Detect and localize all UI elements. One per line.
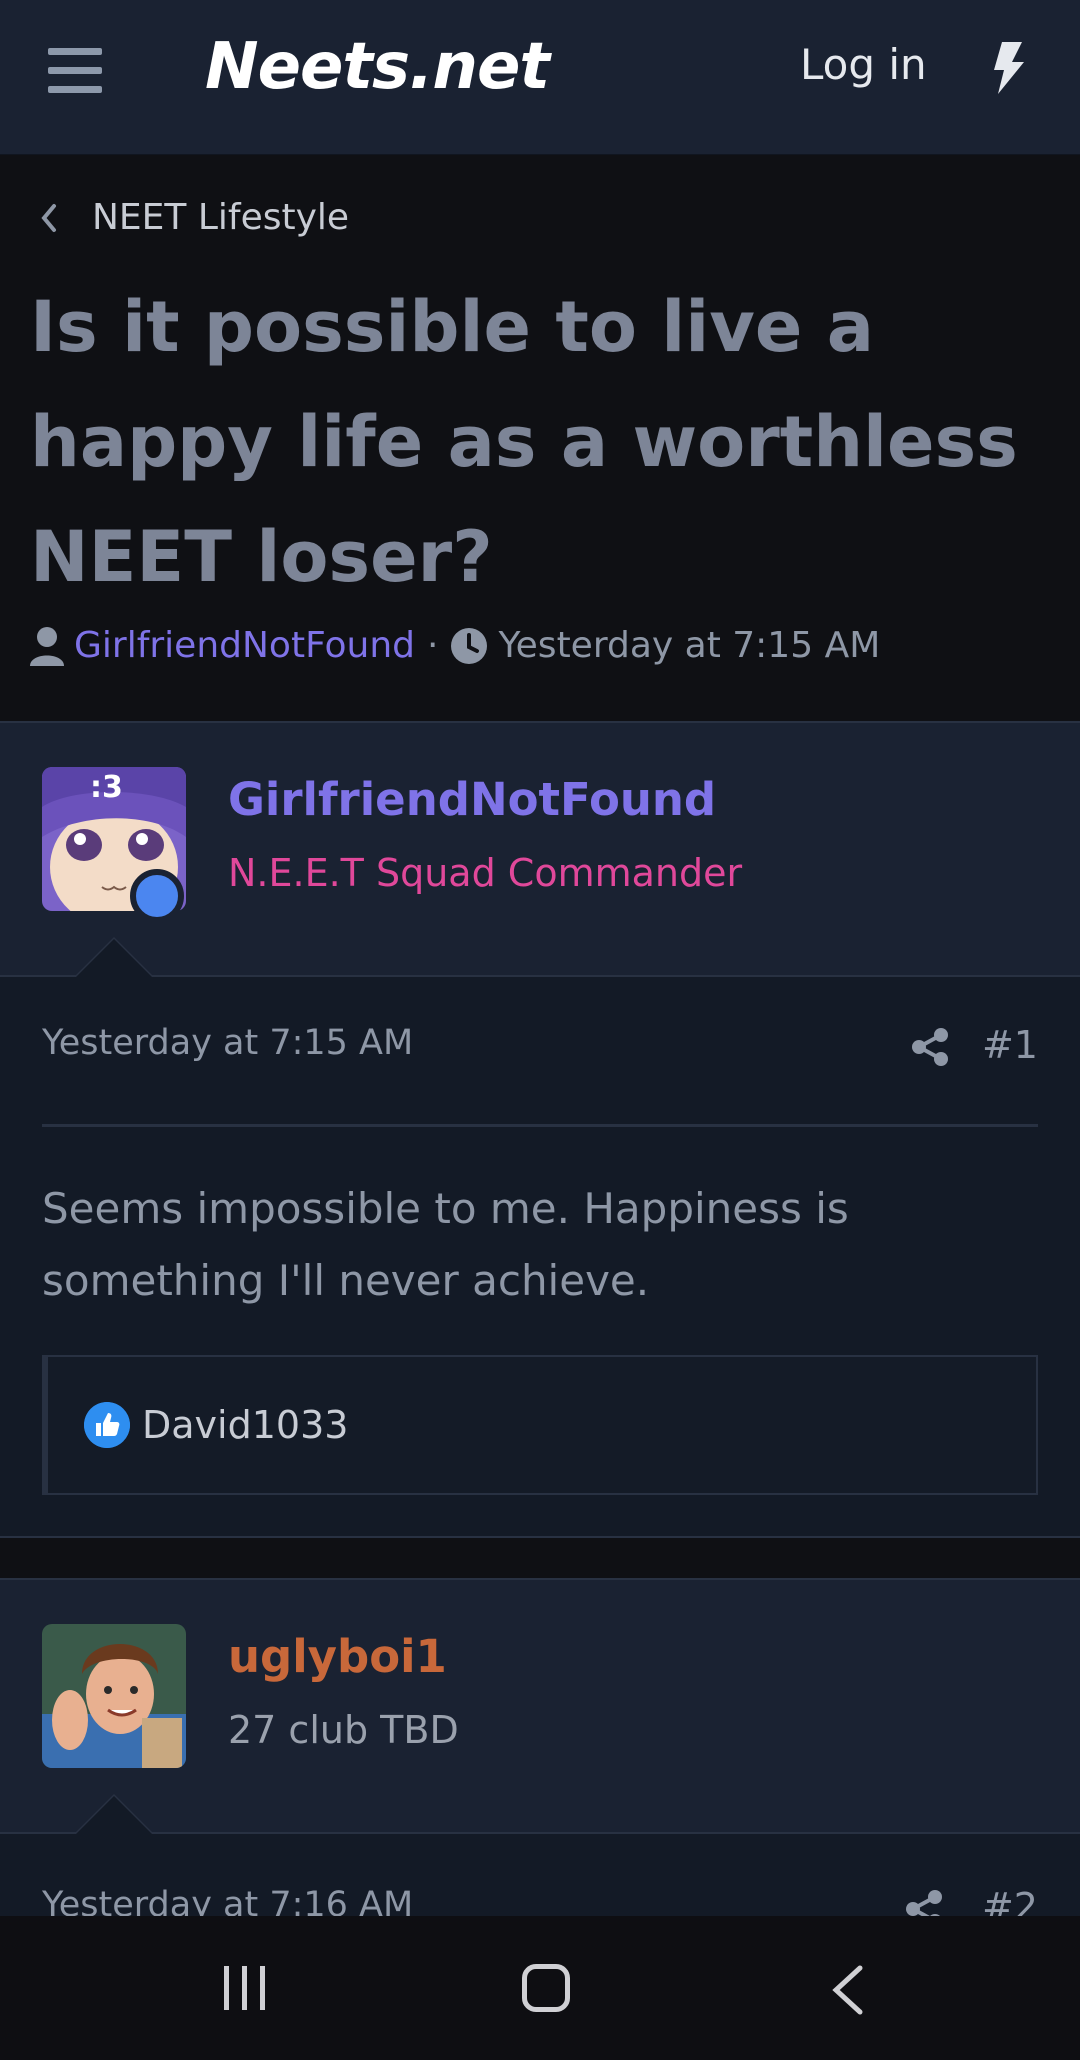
thread-header: NEET Lifestyle Is it possible to live a … xyxy=(0,155,1080,723)
recent-apps-icon[interactable] xyxy=(222,1964,268,2012)
post-date[interactable]: Yesterday at 7:15 AM xyxy=(42,1023,413,1063)
post-user-bar: :3 GirlfriendNotFound N.E.E.T Squad Comm… xyxy=(0,723,1080,977)
share-icon[interactable] xyxy=(910,1027,950,1067)
post-divider xyxy=(42,1124,1038,1127)
reactions-bar[interactable]: David1033 xyxy=(42,1355,1038,1495)
thread-meta: GirlfriendNotFound · Yesterday at 7:15 A… xyxy=(30,625,880,666)
thread-title: Is it possible to live a happy life as a… xyxy=(30,286,1018,598)
user-icon xyxy=(30,626,64,666)
post-body: Seems impossible to me. Happiness is som… xyxy=(42,1184,849,1305)
user-title: N.E.E.T Squad Commander xyxy=(228,851,743,895)
clock-icon xyxy=(451,627,488,664)
meta-separator: · xyxy=(427,625,439,666)
user-title: 27 club TBD xyxy=(228,1708,459,1752)
lightning-icon[interactable] xyxy=(988,42,1028,94)
home-icon[interactable] xyxy=(522,1964,570,2012)
post-username[interactable]: uglyboi1 xyxy=(228,1630,447,1683)
post-username[interactable]: GirlfriendNotFound xyxy=(228,773,716,826)
hamburger-icon[interactable] xyxy=(48,48,102,94)
site-logo[interactable]: Neets.net xyxy=(205,30,550,104)
reaction-user-link[interactable]: David1033 xyxy=(142,1403,348,1447)
back-icon[interactable] xyxy=(830,1964,866,2016)
thread-time[interactable]: Yesterday at 7:15 AM xyxy=(498,625,880,666)
post-meta: Yesterday at 7:15 AM #1 xyxy=(42,1023,1038,1071)
chevron-left-icon xyxy=(41,203,56,232)
post: :3 GirlfriendNotFound N.E.E.T Squad Comm… xyxy=(0,723,1080,1538)
top-header: Neets.net Log in xyxy=(0,0,1080,155)
avatar[interactable] xyxy=(42,1624,186,1768)
svg-text::3: :3 xyxy=(90,770,123,805)
post-separator xyxy=(0,1538,1080,1578)
thread-author-link[interactable]: GirlfriendNotFound xyxy=(74,625,415,666)
like-icon xyxy=(84,1402,130,1448)
breadcrumb[interactable]: NEET Lifestyle xyxy=(38,197,349,238)
login-link[interactable]: Log in xyxy=(800,40,927,89)
post-number-link[interactable]: #1 xyxy=(982,1023,1038,1067)
notch xyxy=(76,939,152,977)
post-user-bar: uglyboi1 27 club TBD xyxy=(0,1580,1080,1834)
post: uglyboi1 27 club TBD Yesterday at 7:16 A… xyxy=(0,1578,1080,1929)
notch xyxy=(76,1796,152,1834)
system-nav-bar xyxy=(0,1916,1080,2060)
breadcrumb-label: NEET Lifestyle xyxy=(92,197,350,238)
online-status-dot xyxy=(130,869,184,923)
